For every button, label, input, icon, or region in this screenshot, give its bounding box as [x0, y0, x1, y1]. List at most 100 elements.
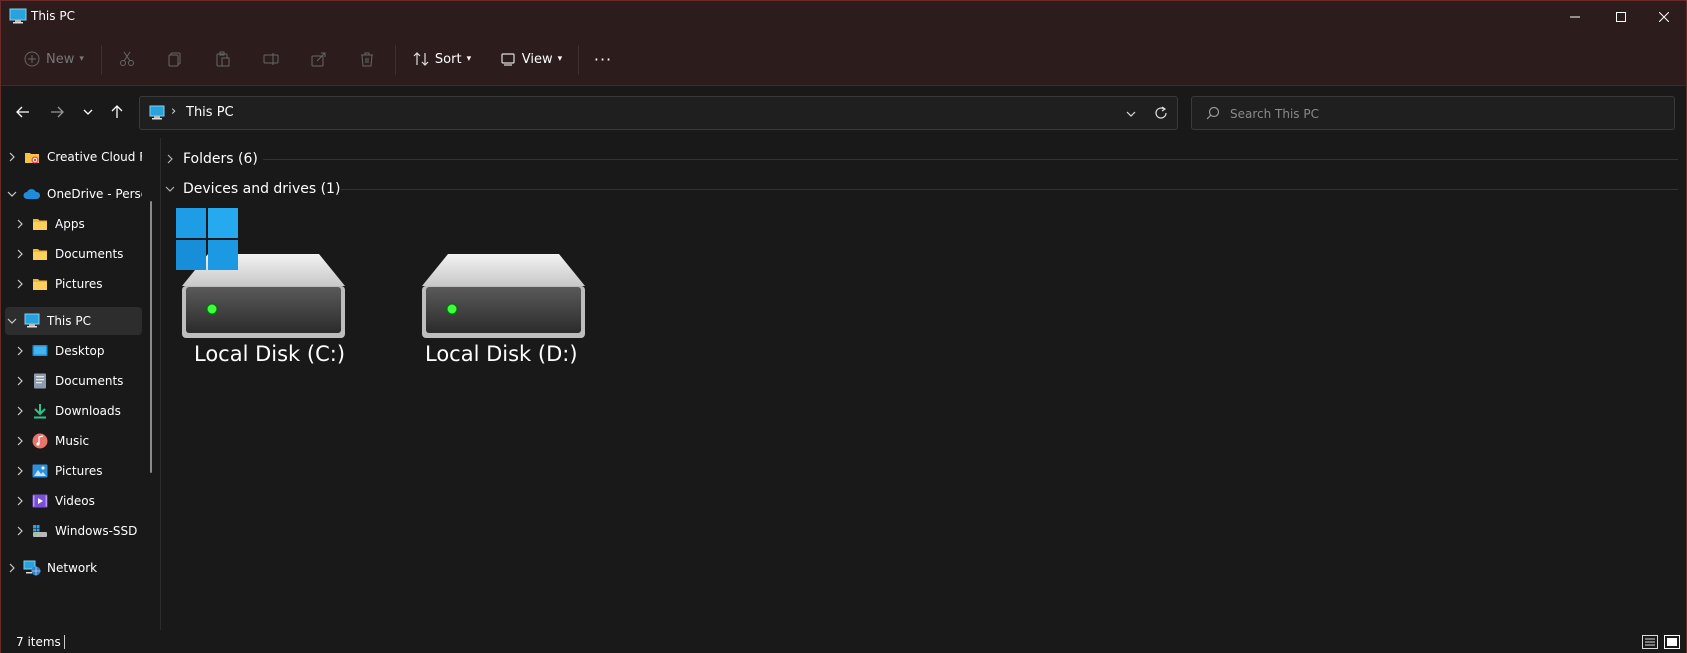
maximize-icon [1616, 12, 1626, 22]
hard-drive-icon [422, 254, 585, 338]
cut-button[interactable] [113, 43, 141, 75]
rename-icon [263, 53, 279, 65]
sidebar-item-music[interactable]: Music [5, 427, 142, 455]
sidebar-item-windows-ssd[interactable]: Windows-SSD ( [5, 517, 142, 545]
more-options-button[interactable]: ··· [589, 43, 617, 75]
sidebar-item-label: Desktop [55, 344, 105, 358]
sort-label: Sort [434, 51, 462, 67]
plus-circle-icon [24, 51, 40, 67]
sidebar-item-label: Pictures [55, 277, 103, 291]
back-button[interactable] [10, 99, 36, 125]
toolbar-divider [578, 45, 579, 75]
sidebar-item-creative-cloud[interactable]: Creative Cloud Fi [5, 143, 142, 171]
sidebar-item-documents[interactable]: Documents [5, 367, 142, 395]
sidebar-scrollbar[interactable] [150, 201, 152, 473]
sidebar-item-onedrive-pictures[interactable]: Pictures [5, 270, 142, 298]
chevron-right-icon[interactable] [13, 526, 27, 536]
large-icons-view-icon[interactable] [1664, 635, 1680, 649]
close-icon [1659, 12, 1669, 22]
pane-divider[interactable] [160, 138, 161, 630]
arrow-left-icon [16, 106, 29, 118]
forward-button[interactable] [44, 99, 70, 125]
arrow-up-icon [111, 105, 123, 118]
hard-drive-icon [176, 208, 345, 338]
rename-button[interactable] [257, 43, 285, 75]
creative-cloud-icon [23, 149, 41, 165]
chevron-right-icon[interactable] [13, 496, 27, 506]
breadcrumb-separator-icon: › [171, 104, 177, 119]
drive-item-c[interactable]: Local Disk (C:) [173, 208, 373, 398]
pictures-icon [31, 463, 49, 479]
music-icon [31, 433, 49, 449]
share-button[interactable] [305, 43, 333, 75]
view-button[interactable]: View ▾ [498, 43, 564, 75]
details-view-icon[interactable] [1642, 635, 1658, 649]
navigation-bar: › This PC [1, 87, 1686, 137]
chevron-down-icon [1126, 111, 1136, 117]
chevron-right-icon[interactable] [13, 249, 27, 259]
search-input[interactable] [1230, 104, 1650, 124]
minimize-button[interactable] [1552, 1, 1598, 33]
close-button[interactable] [1641, 1, 1687, 33]
sidebar-item-videos[interactable]: Videos [5, 487, 142, 515]
group-header-folders[interactable]: Folders (6) [163, 147, 258, 171]
file-explorer-window: This PC New ▾ Sort ▾ View ▾ ··· › This P… [0, 0, 1687, 653]
refresh-button[interactable] [1154, 105, 1168, 124]
recent-locations-button[interactable] [75, 99, 101, 125]
chevron-right-icon[interactable] [13, 466, 27, 476]
drive-label: Local Disk (C:) [194, 342, 346, 366]
chevron-down-icon: ▾ [79, 54, 84, 64]
sidebar-item-pictures[interactable]: Pictures [5, 457, 142, 485]
navigation-pane: Creative Cloud Fi OneDrive - Perso Apps … [1, 138, 151, 630]
drive-item-d[interactable]: Local Disk (D:) [413, 208, 613, 398]
chevron-right-icon[interactable] [13, 376, 27, 386]
sidebar-item-network[interactable]: Network [5, 554, 142, 582]
chevron-right-icon[interactable] [13, 406, 27, 416]
network-icon [23, 560, 41, 576]
chevron-down-icon: ▾ [466, 54, 472, 64]
title-bar: This PC [1, 1, 1686, 33]
sidebar-item-label: Windows-SSD ( [55, 524, 142, 538]
chevron-down-icon[interactable] [5, 317, 19, 325]
new-button[interactable]: New ▾ [21, 43, 87, 75]
chevron-right-icon[interactable] [5, 152, 19, 162]
status-divider [64, 635, 65, 649]
desktop-icon [31, 343, 49, 359]
sidebar-item-label: Pictures [55, 464, 103, 478]
drive-label: Local Disk (D:) [425, 342, 578, 366]
breadcrumb[interactable]: This PC [186, 105, 234, 120]
sidebar-item-downloads[interactable]: Downloads [5, 397, 142, 425]
content-pane: Folders (6) Devices and drives (1) Local… [163, 138, 1678, 630]
address-bar[interactable]: › This PC [139, 96, 1178, 130]
chevron-down-icon [83, 109, 93, 115]
sidebar-item-onedrive-documents[interactable]: Documents [5, 240, 142, 268]
chevron-right-icon[interactable] [13, 219, 27, 229]
arrow-right-icon [51, 106, 64, 118]
more-icon: ··· [593, 49, 613, 69]
sort-button[interactable]: Sort ▾ [409, 43, 475, 75]
chevron-right-icon [163, 154, 177, 164]
chevron-down-icon[interactable] [5, 190, 19, 198]
copy-button[interactable] [161, 43, 189, 75]
sidebar-item-desktop[interactable]: Desktop [5, 337, 142, 365]
sidebar-item-label: Videos [55, 494, 95, 508]
up-button[interactable] [104, 99, 130, 125]
chevron-right-icon[interactable] [13, 346, 27, 356]
sidebar-item-this-pc[interactable]: This PC [5, 307, 142, 335]
sidebar-item-apps[interactable]: Apps [5, 210, 142, 238]
address-history-button[interactable] [1125, 105, 1137, 124]
paste-button[interactable] [209, 43, 237, 75]
sidebar-item-onedrive[interactable]: OneDrive - Perso [5, 180, 142, 208]
chevron-right-icon[interactable] [13, 436, 27, 446]
search-box[interactable] [1191, 96, 1675, 130]
chevron-right-icon[interactable] [13, 279, 27, 289]
delete-button[interactable] [353, 43, 381, 75]
this-pc-icon [9, 8, 27, 24]
refresh-icon [1155, 106, 1167, 119]
group-header-devices-and-drives[interactable]: Devices and drives (1) [163, 177, 340, 201]
view-label: View [521, 51, 553, 67]
maximize-button[interactable] [1598, 1, 1644, 33]
chevron-right-icon[interactable] [5, 563, 19, 573]
search-icon [1206, 106, 1220, 120]
sidebar-item-label: Downloads [55, 404, 121, 418]
